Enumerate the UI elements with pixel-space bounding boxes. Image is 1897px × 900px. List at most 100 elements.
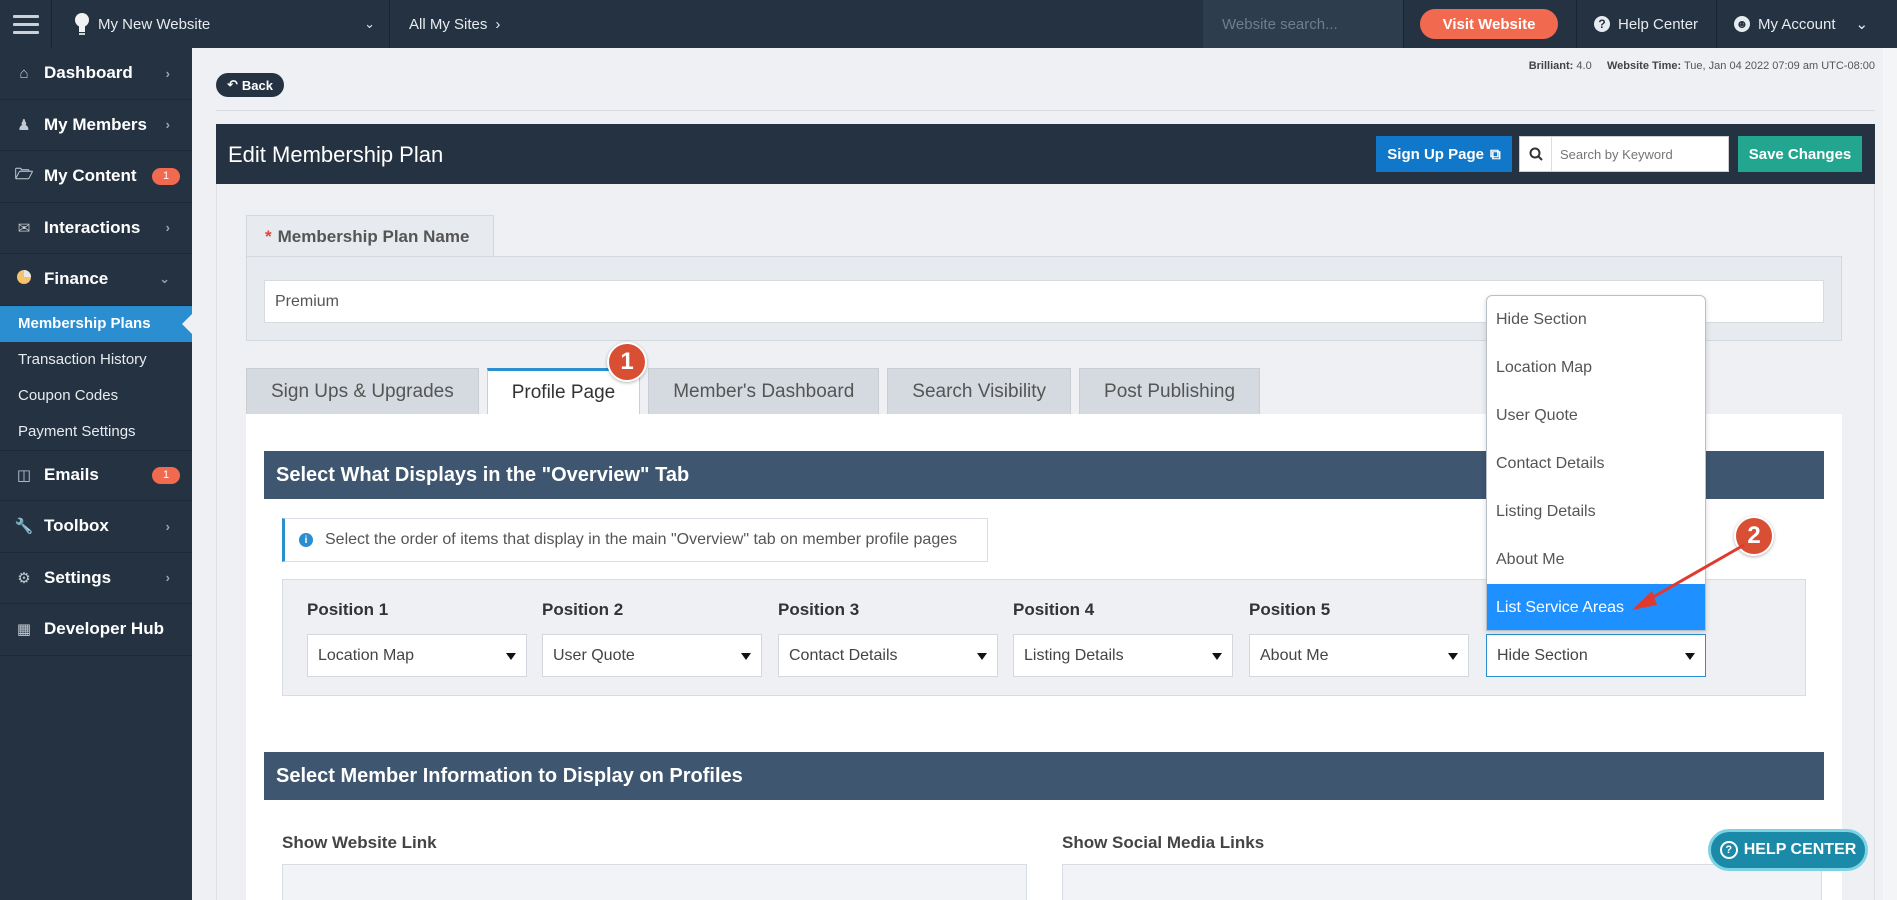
sidebar-item-finance[interactable]: Finance ⌄ <box>0 254 192 306</box>
sidebar-item-my-content[interactable]: 🗁 My Content 1 <box>0 151 192 203</box>
save-changes-button[interactable]: Save Changes <box>1738 136 1862 172</box>
sidebar-subitem-payment-settings[interactable]: Payment Settings <box>0 414 192 450</box>
tab-bar: Sign Ups & Upgrades Profile Page Member'… <box>246 368 1261 414</box>
search-icon <box>1520 137 1552 171</box>
notification-badge: 1 <box>152 466 180 484</box>
sidebar-item-interactions[interactable]: ✉ Interactions › <box>0 203 192 254</box>
keyword-search <box>1519 136 1729 172</box>
chevron-down-icon: ⌄ <box>364 16 375 31</box>
position-5-value: About Me <box>1260 646 1329 664</box>
my-account-menu[interactable]: ☻ My Account ⌄ <box>1734 0 1868 48</box>
sidebar-item-label: Developer Hub <box>44 619 164 639</box>
page-title: Edit Membership Plan <box>228 142 444 167</box>
caret-down-icon <box>506 653 516 660</box>
sidebar-item-emails[interactable]: ◫ Emails 1 <box>0 449 192 501</box>
all-sites-link[interactable]: All My Sites › <box>390 0 500 48</box>
pie-chart-icon <box>14 269 34 289</box>
visit-website-button[interactable]: Visit Website <box>1420 9 1558 39</box>
chevron-right-icon: › <box>165 518 170 534</box>
question-icon: ? <box>1594 16 1610 32</box>
help-center-link[interactable]: ? Help Center <box>1594 0 1698 48</box>
divider <box>1576 0 1577 48</box>
sidebar-item-label: My Members <box>44 114 147 134</box>
website-time-value: Tue, Jan 04 2022 07:09 am UTC-08:00 <box>1684 60 1875 72</box>
position-3-label: Position 3 <box>778 600 860 619</box>
website-search-input[interactable] <box>1203 0 1403 48</box>
position-5-select[interactable]: About Me <box>1249 634 1469 677</box>
top-bar: My New Website ⌄ All My Sites › Visit We… <box>0 0 1897 48</box>
sidebar-item-label: Toolbox <box>44 516 109 536</box>
sidebar-item-my-members[interactable]: ♟ My Members › <box>0 100 192 151</box>
show-website-link-label: Show Website Link <box>282 833 437 852</box>
scrollbar[interactable] <box>1883 48 1897 900</box>
dropdown-option[interactable]: Location Map <box>1487 344 1705 392</box>
caret-down-icon <box>741 653 751 660</box>
tab-sign-ups-upgrades[interactable]: Sign Ups & Upgrades <box>246 368 479 414</box>
dropdown-option-highlighted[interactable]: List Service Areas <box>1487 584 1705 630</box>
dropdown-option[interactable]: Hide Section <box>1487 296 1705 344</box>
position-4-value: Listing Details <box>1024 646 1124 664</box>
keyword-search-input[interactable] <box>1552 146 1722 162</box>
sidebar-item-label: My Content <box>44 166 137 186</box>
chevron-right-icon: › <box>165 220 170 236</box>
sign-up-page-button[interactable]: Sign Up Page ⧉ <box>1376 136 1512 172</box>
required-mark: * <box>265 226 272 246</box>
sidebar-item-dashboard[interactable]: ⌂ Dashboard › <box>0 48 192 100</box>
position-2-select[interactable]: User Quote <box>542 634 762 677</box>
position-6-select[interactable]: Hide Section <box>1486 634 1706 677</box>
user-icon: ☻ <box>1734 16 1750 32</box>
position-2-label: Position 2 <box>542 600 624 619</box>
member-info-section-heading: Select Member Information to Display on … <box>264 752 1824 800</box>
sidebar-item-label: Dashboard <box>44 63 133 83</box>
help-center-float-label: HELP CENTER <box>1743 841 1857 858</box>
website-link-options <box>282 864 1027 900</box>
position-1-label: Position 1 <box>307 600 389 619</box>
site-selector[interactable]: My New Website ⌄ <box>52 0 390 48</box>
divider <box>1403 0 1404 48</box>
divider <box>1716 0 1717 48</box>
chevron-right-icon: › <box>495 15 501 33</box>
position-1-value: Location Map <box>318 646 415 664</box>
home-icon: ⌂ <box>19 64 29 82</box>
help-center-float-button[interactable]: ? HELP CENTER <box>1708 829 1868 871</box>
position-1-select[interactable]: Location Map <box>307 634 527 677</box>
info-icon: i <box>299 533 313 547</box>
tab-members-dashboard[interactable]: Member's Dashboard <box>648 368 880 414</box>
chevron-right-icon: › <box>165 117 170 133</box>
chevron-down-icon: ⌄ <box>1855 16 1869 33</box>
dropdown-option[interactable]: User Quote <box>1487 392 1705 440</box>
position-4-select[interactable]: Listing Details <box>1013 634 1233 677</box>
tab-post-publishing[interactable]: Post Publishing <box>1079 368 1261 414</box>
sidebar-subitem-membership-plans[interactable]: Membership Plans <box>0 305 192 342</box>
step-1-marker: 1 <box>607 342 647 382</box>
position-6-dropdown-list: Hide Section Location Map User Quote Con… <box>1486 295 1706 631</box>
my-account-label: My Account <box>1758 15 1836 33</box>
sidebar-item-developer-hub[interactable]: ▦ Developer Hub <box>0 604 192 656</box>
dropdown-option[interactable]: About Me <box>1487 536 1705 584</box>
position-5-label: Position 5 <box>1249 600 1331 619</box>
sidebar-subitem-coupon-codes[interactable]: Coupon Codes <box>0 378 192 414</box>
tab-search-visibility[interactable]: Search Visibility <box>887 368 1072 414</box>
dropdown-option[interactable]: Contact Details <box>1487 440 1705 488</box>
sidebar-item-label: Emails <box>44 465 99 485</box>
sidebar: ⌂ Dashboard › ♟ My Members › 🗁 My Conten… <box>0 48 192 900</box>
grid-icon: ▦ <box>16 621 32 639</box>
back-button[interactable]: ↶ Back <box>216 73 284 97</box>
hamburger-menu-icon[interactable] <box>0 0 52 48</box>
help-center-label: Help Center <box>1618 15 1699 33</box>
position-3-value: Contact Details <box>789 646 898 664</box>
caret-down-icon <box>1212 653 1222 660</box>
sidebar-item-settings[interactable]: ⚙ Settings › <box>0 553 192 604</box>
dropdown-option[interactable]: Listing Details <box>1487 488 1705 536</box>
sidebar-item-toolbox[interactable]: 🔧 Toolbox › <box>0 501 192 553</box>
position-6-value: Hide Section <box>1497 646 1588 664</box>
sign-up-page-label: Sign Up Page <box>1387 145 1484 163</box>
sidebar-item-label: Finance <box>44 269 109 289</box>
step-2-marker: 2 <box>1734 516 1774 556</box>
chevron-right-icon: › <box>165 570 170 586</box>
position-3-select[interactable]: Contact Details <box>778 634 998 677</box>
external-link-icon: ⧉ <box>1489 145 1501 163</box>
caret-down-icon <box>1685 653 1695 660</box>
sidebar-subitem-transaction-history[interactable]: Transaction History <box>0 342 192 378</box>
chevron-down-icon: ⌄ <box>159 271 170 287</box>
